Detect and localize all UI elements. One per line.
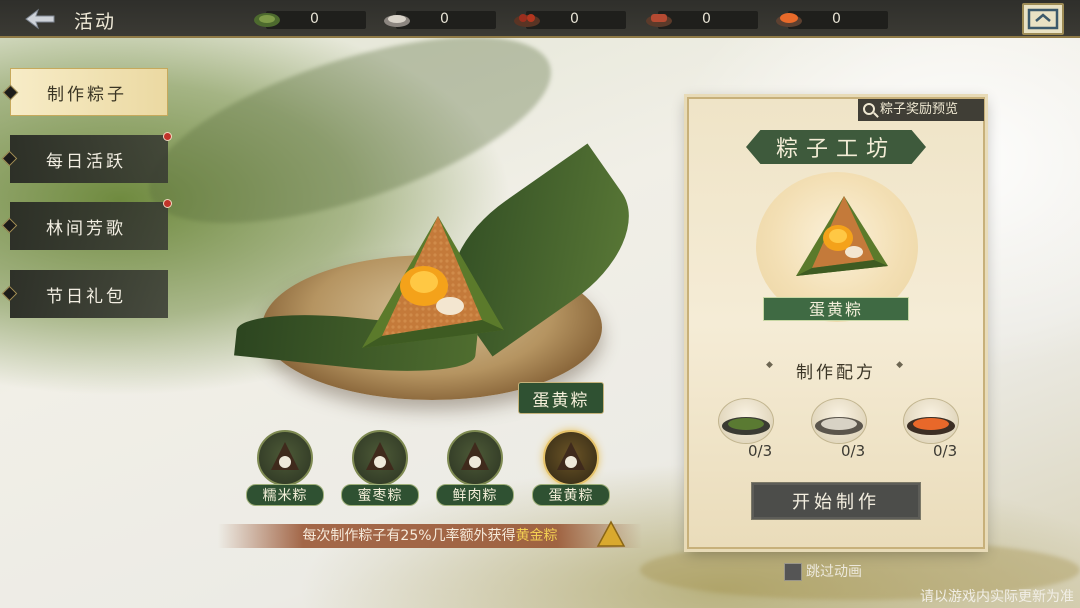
recipe-heading: 制作配方 [764, 358, 908, 383]
notification-dot [163, 132, 172, 141]
zongzi-option-jujube[interactable]: 蜜枣粽 [341, 428, 419, 508]
reward-preview-button[interactable]: 粽子奖励预览 [858, 99, 984, 121]
back-arrow-icon[interactable] [24, 7, 56, 31]
magnifier-icon [863, 103, 875, 115]
resource-rice-leaf: 0 [254, 10, 368, 30]
bonus-tip: 每次制作粽子有25%几率额外获得黄金粽 [218, 524, 642, 548]
golden-zongzi-icon [596, 520, 626, 547]
sidebar-item-festival-gift[interactable]: 节日礼包 [1, 270, 168, 318]
sidebar-item-forest-song[interactable]: 林间芳歌 [1, 199, 172, 250]
sidebar-item-make-zongzi[interactable]: 制作粽子 [2, 68, 168, 116]
glutinous-rice-icon [384, 15, 410, 27]
rice-leaf-icon [254, 13, 280, 27]
disclaimer-text: 请以游戏内实际更新为准 [920, 589, 1074, 605]
resource-egg-yolk: 0 [776, 10, 890, 30]
resource-glutinous-rice: 0 [384, 10, 498, 30]
zongzi-option-egg-yolk[interactable]: 蛋黄粽 [532, 428, 610, 508]
page-title: 活动 [74, 11, 117, 33]
ingredient-glutinous-rice[interactable]: 0/3 [805, 398, 875, 466]
zongzi-option-meat[interactable]: 鲜肉粽 [436, 428, 514, 508]
zongzi-icon [557, 442, 585, 470]
checkbox[interactable] [784, 563, 802, 581]
meat-icon [646, 14, 672, 27]
notification-dot [163, 199, 172, 208]
zongzi-icon [461, 442, 489, 470]
zongzi-icon [366, 442, 394, 470]
sidebar-item-daily-active[interactable]: 每日活跃 [1, 132, 172, 183]
egg-yolk-icon [776, 13, 802, 27]
zongzi-option-plain[interactable]: 糯米粽 [246, 428, 324, 508]
exit-button[interactable] [1022, 3, 1064, 35]
top-bar: 活动 0 0 0 0 0 [0, 0, 1080, 38]
rice-leaf-icon [722, 417, 770, 435]
jujube-icon [514, 14, 540, 27]
egg-yolk-icon [907, 417, 955, 435]
egg-yolk-zongzi-image [796, 196, 888, 276]
golden-zongzi-text: 黄金粽 [515, 528, 558, 544]
zongzi-name-label: 蛋黄粽 [763, 297, 909, 321]
resource-jujube: 0 [514, 10, 628, 30]
skip-animation-toggle[interactable]: 跳过动画 [784, 562, 862, 582]
egg-yolk-zongzi-image [362, 216, 504, 348]
resource-meat: 0 [646, 10, 760, 30]
zongzi-icon [271, 442, 299, 470]
workshop-title: 粽子工坊 [746, 130, 926, 164]
ingredient-egg-yolk[interactable]: 0/3 [897, 398, 967, 466]
start-making-button[interactable]: 开始制作 [751, 482, 921, 520]
selected-zongzi-label: 蛋黄粽 [518, 382, 604, 414]
exit-icon [1027, 8, 1059, 30]
ingredient-rice-leaf[interactable]: 0/3 [712, 398, 782, 466]
glutinous-rice-icon [815, 417, 863, 435]
